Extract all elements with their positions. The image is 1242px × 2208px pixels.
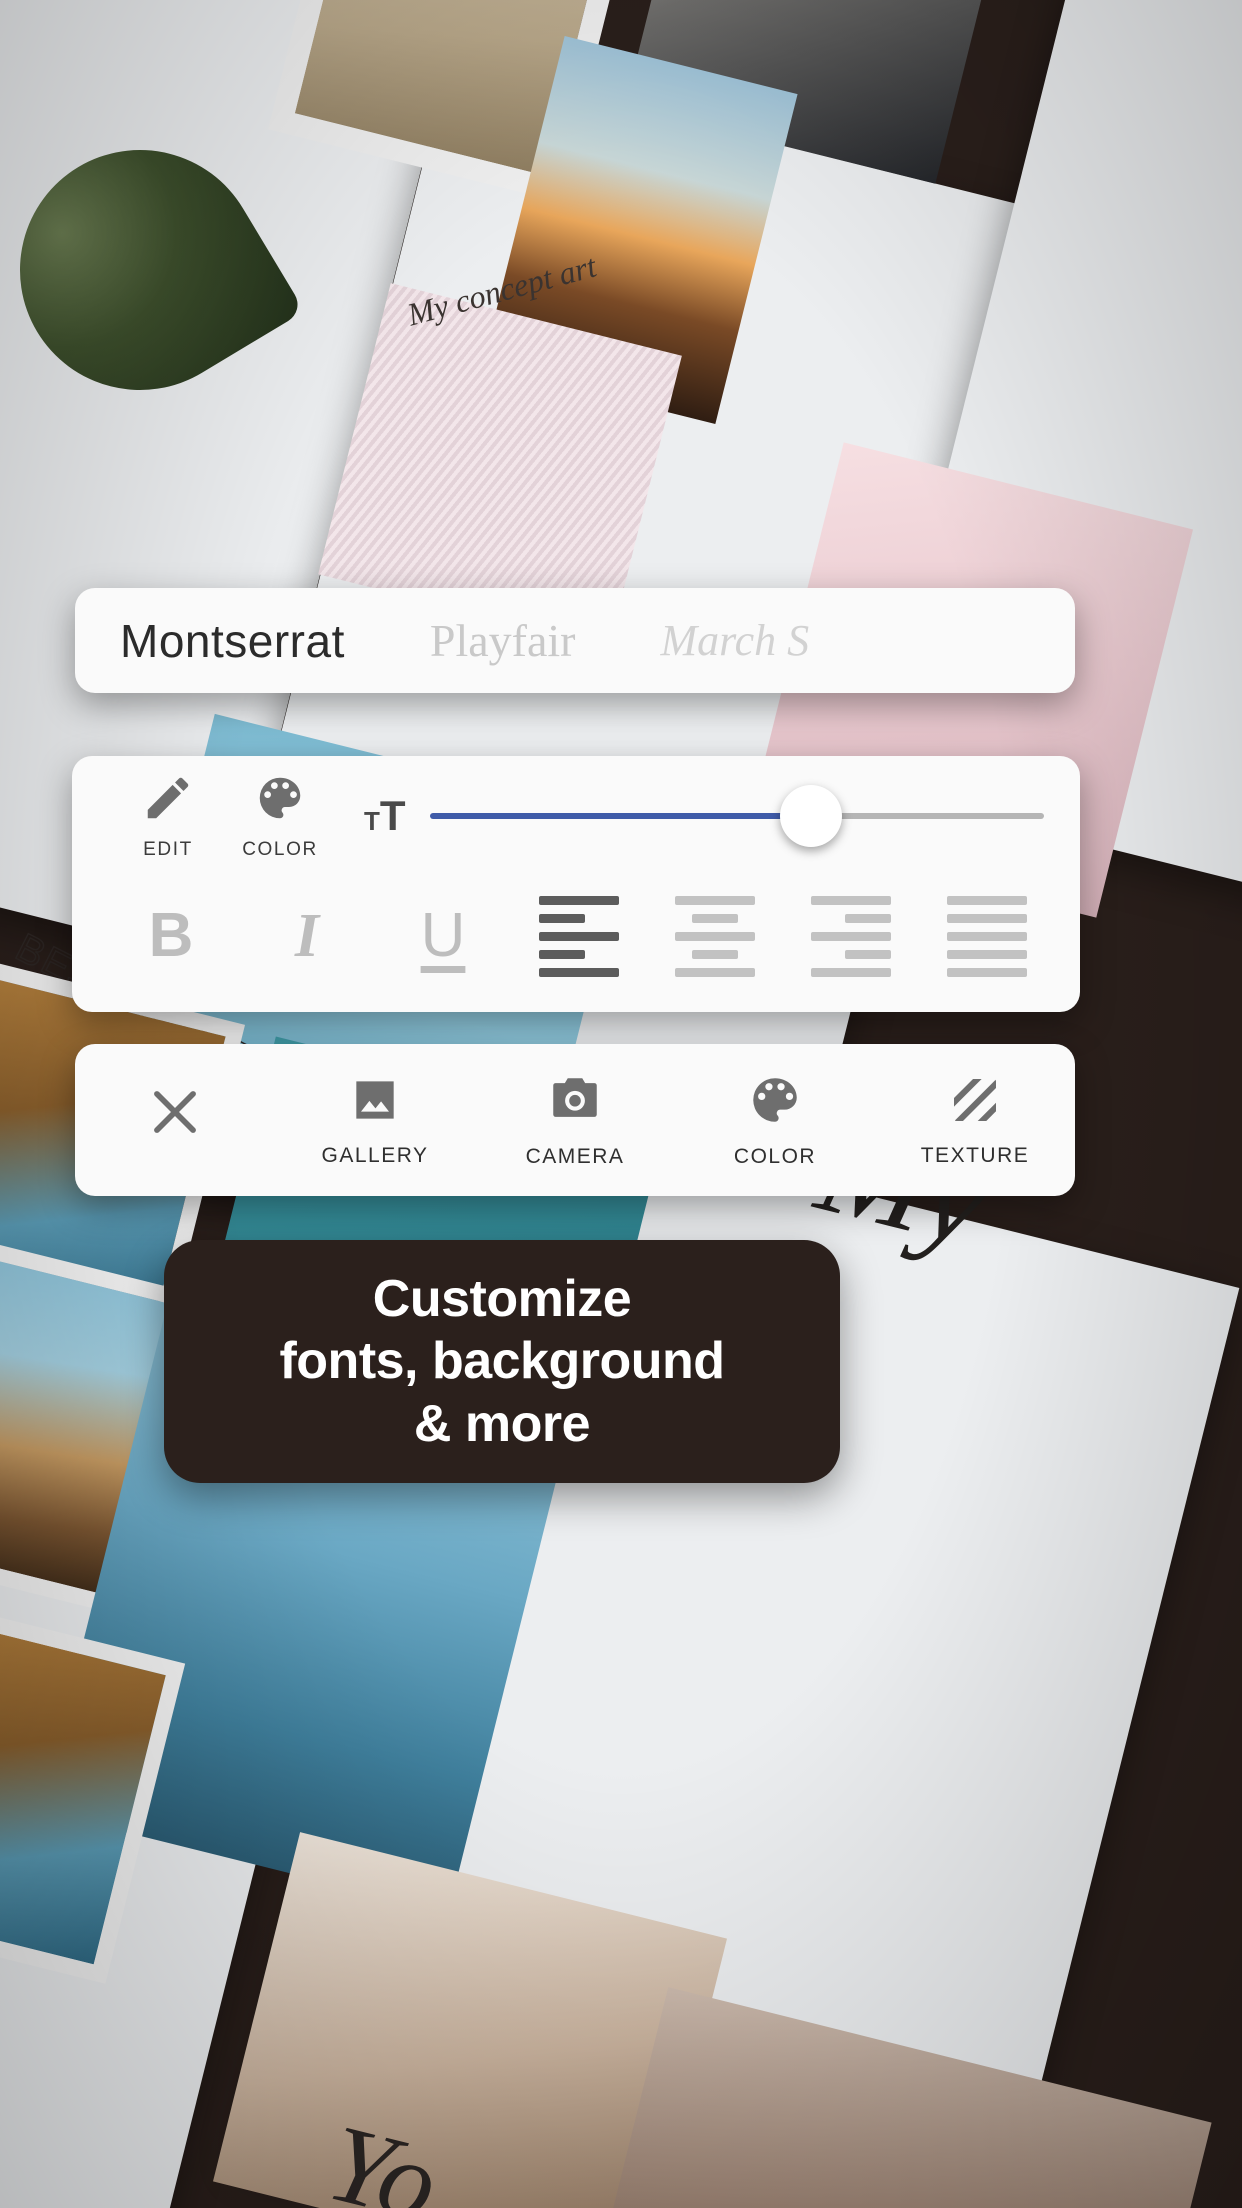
palette-icon [259,777,301,819]
align-center-button[interactable] [656,890,774,982]
underline-button[interactable]: U [384,890,502,982]
image-icon [356,1081,394,1119]
texture-icon [954,1079,996,1121]
font-size-icon-large: T [379,792,406,839]
align-right-icon [811,895,891,977]
caption-line-2: fonts, background [279,1332,725,1391]
pencil-icon [147,777,189,819]
font-option-march[interactable]: March S [660,615,809,666]
text-format-row: B I U [72,876,1080,996]
align-right-button[interactable] [792,890,910,982]
font-size-slider[interactable] [429,785,1044,847]
text-tools-panel[interactable]: EDIT COLOR T T B I U [72,756,1080,1012]
italic-button[interactable]: I [248,890,366,982]
gallery-label: GALLERY [321,1144,429,1167]
palette-icon [753,1078,797,1122]
texture-button[interactable]: TEXTURE [875,1072,1075,1168]
italic-glyph: I [294,902,320,970]
bold-glyph: B [148,901,194,970]
caption-line-1: Customize [372,1270,632,1329]
font-size-row: T T [364,785,1080,847]
font-size-icon-small: T [364,806,380,836]
bold-button[interactable]: B [112,890,230,982]
close-button[interactable] [75,1081,275,1159]
edit-label: EDIT [143,839,193,860]
font-size-icon: T T [364,792,406,840]
align-left-icon [539,895,619,977]
texture-label: TEXTURE [920,1144,1030,1167]
color-label: COLOR [242,839,318,860]
caption-line-3: & more [413,1394,591,1453]
gallery-button[interactable]: GALLERY [275,1072,475,1168]
font-option-montserrat[interactable]: Montserrat [120,614,345,668]
camera-button[interactable]: CAMERA [475,1071,675,1169]
font-picker-panel[interactable]: Montserrat Playfair March S [75,588,1075,693]
align-left-button[interactable] [520,890,638,982]
caption-card: Customize fonts, background & more [164,1240,840,1483]
underline-glyph: U [420,901,466,970]
close-icon [154,1091,196,1133]
camera-label: CAMERA [525,1145,625,1168]
text-color-button[interactable]: COLOR [224,771,336,861]
camera-icon [553,1078,597,1117]
slider-fill [429,813,811,819]
slider-thumb[interactable] [779,785,842,847]
background-tools-panel[interactable]: GALLERY CAMERA COLOR TEXTURE [75,1044,1075,1196]
edit-button[interactable]: EDIT [112,771,224,861]
align-justify-icon [947,895,1027,977]
color-label: COLOR [733,1145,817,1168]
align-center-icon [675,895,755,977]
slider-track [810,813,1044,819]
font-option-playfair[interactable]: Playfair [430,614,576,667]
background-color-button[interactable]: COLOR [675,1071,875,1169]
align-justify-button[interactable] [928,890,1046,982]
text-tools-top-row: EDIT COLOR T T [72,756,1080,876]
